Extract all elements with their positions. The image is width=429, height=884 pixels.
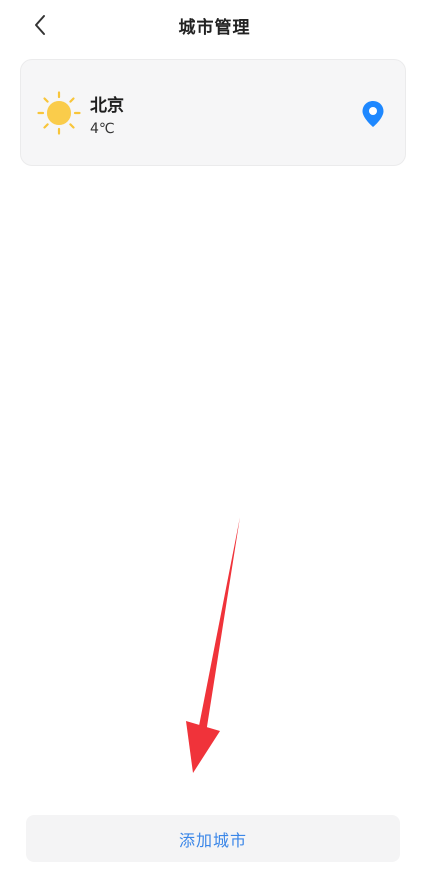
city-management-screen: 城市管理 北京 4℃ 添加城市 bbox=[0, 0, 429, 884]
city-temperature: 4℃ bbox=[90, 121, 115, 137]
city-card[interactable]: 北京 4℃ bbox=[20, 59, 406, 166]
location-pin-icon bbox=[362, 101, 384, 127]
page-title: 城市管理 bbox=[178, 18, 251, 38]
add-city-button[interactable]: 添加城市 bbox=[26, 815, 400, 862]
header: 城市管理 bbox=[0, 0, 429, 52]
sun-icon bbox=[37, 91, 81, 135]
city-name: 北京 bbox=[90, 96, 124, 116]
annotation-arrow bbox=[186, 517, 240, 773]
